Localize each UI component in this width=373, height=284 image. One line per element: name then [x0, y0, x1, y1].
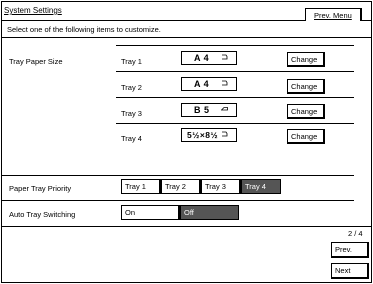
tray-3-label: Tray 3 — [121, 109, 142, 118]
tray-2-change-button[interactable]: Change — [287, 79, 325, 94]
auto-switch-option-label: On — [125, 208, 136, 217]
window-title: System Settings — [4, 6, 62, 15]
section-divider — [2, 226, 371, 227]
priority-tray-1-button[interactable]: Tray 1 — [121, 179, 161, 194]
priority-option-label: Tray 1 — [125, 182, 146, 191]
priority-option-label: Tray 3 — [205, 182, 226, 191]
section-divider — [2, 175, 354, 176]
tray-2-size-display: A 4 — [181, 77, 237, 91]
priority-option-label: Tray 4 — [245, 182, 266, 191]
prev-menu-button[interactable]: Prev. Menu — [305, 8, 362, 21]
change-label: Change — [291, 106, 318, 116]
next-page-label: Next — [335, 266, 351, 275]
change-label: Change — [291, 131, 318, 141]
next-page-button[interactable]: Next — [331, 263, 369, 279]
tray-4-size-value: 5½×8½ — [187, 130, 219, 140]
tray-3-size-display: B 5 — [181, 103, 237, 117]
prev-page-button[interactable]: Prev. — [331, 242, 369, 258]
tray-1-size-display: A 4 — [181, 51, 237, 65]
tray-4-change-button[interactable]: Change — [287, 129, 325, 144]
priority-tray-3-button[interactable]: Tray 3 — [201, 179, 241, 194]
landscape-orientation-icon — [221, 107, 228, 111]
tray-divider — [116, 71, 354, 72]
auto-switch-option-label: Off — [184, 208, 194, 217]
tray-3-change-button[interactable]: Change — [287, 104, 325, 119]
tray-4-label: Tray 4 — [121, 134, 142, 143]
portrait-orientation-icon — [222, 54, 228, 60]
prev-page-label: Prev. — [335, 245, 352, 254]
tray-section-top-rule — [116, 45, 354, 46]
priority-tray-4-button[interactable]: Tray 4 — [241, 179, 281, 194]
tray-paper-size-label: Tray Paper Size — [9, 57, 63, 66]
priority-tray-2-button[interactable]: Tray 2 — [161, 179, 201, 194]
tray-1-size-value: A 4 — [194, 53, 210, 63]
auto-switch-off-button[interactable]: Off — [180, 205, 239, 220]
tray-2-size-value: A 4 — [194, 79, 210, 89]
auto-switch-on-button[interactable]: On — [121, 205, 180, 220]
tray-1-label: Tray 1 — [121, 57, 142, 66]
tray-3-size-value: B 5 — [194, 105, 210, 115]
priority-option-label: Tray 2 — [165, 182, 186, 191]
tray-1-change-button[interactable]: Change — [287, 52, 325, 67]
tray-divider — [116, 97, 354, 98]
tray-4-size-display: 5½×8½ — [181, 128, 237, 142]
change-label: Change — [291, 54, 318, 64]
section-divider — [2, 200, 354, 201]
auto-tray-switching-label: Auto Tray Switching — [9, 210, 76, 219]
tray-divider — [116, 123, 354, 124]
portrait-orientation-icon — [222, 80, 228, 86]
instruction-divider — [2, 37, 371, 38]
prev-menu-label: Prev. Menu — [314, 10, 352, 20]
tray-2-label: Tray 2 — [121, 83, 142, 92]
paper-tray-priority-label: Paper Tray Priority — [9, 184, 72, 193]
change-label: Change — [291, 81, 318, 91]
instruction-text: Select one of the following items to cus… — [7, 25, 161, 34]
page-indicator: 2 / 4 — [348, 229, 363, 238]
portrait-orientation-icon — [222, 131, 228, 137]
